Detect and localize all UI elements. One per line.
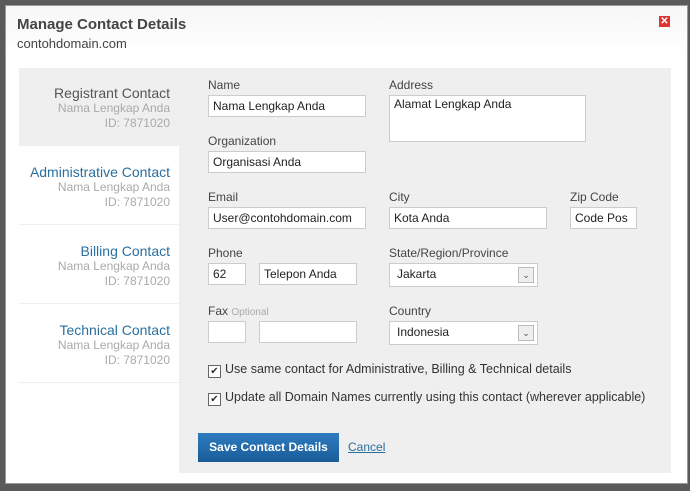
tab-label: Registrant Contact: [54, 85, 170, 101]
fax-label: Fax Optional: [208, 304, 269, 318]
phone-country-code-input[interactable]: 62: [208, 263, 246, 285]
tab-administrative-contact[interactable]: Administrative Contact Nama Lengkap Anda I…: [19, 147, 179, 225]
tab-technical-contact[interactable]: Technical Contact Nama Lengkap Anda ID: 78…: [19, 305, 179, 383]
dialog-header: Manage Contact Details contohdomain.com …: [6, 6, 687, 58]
zip-label: Zip Code: [570, 190, 619, 204]
city-label: City: [389, 190, 410, 204]
address-label: Address: [389, 78, 434, 92]
country-value: Indonesia: [397, 325, 450, 339]
fax-optional-hint: Optional: [231, 307, 269, 318]
chevron-down-icon: ⌄: [518, 267, 534, 283]
tab-label: Billing Contact: [80, 243, 171, 259]
tab-contact-name: Nama Lengkap Anda: [57, 338, 170, 352]
tab-contact-name: Nama Lengkap Anda: [57, 259, 170, 273]
tab-contact-id: ID: 7871020: [104, 274, 170, 288]
tab-contact-id: ID: 7871020: [104, 116, 170, 130]
tab-registrant-contact[interactable]: Registrant Contact Nama Lengkap Anda ID: 7…: [19, 68, 179, 146]
zip-input[interactable]: Code Pos: [570, 207, 637, 229]
tab-contact-id: ID: 7871020: [104, 353, 170, 367]
same-contact-label: Use same contact for Administrative, Bil…: [225, 362, 572, 376]
name-label: Name: [208, 78, 241, 92]
dialog-title: Manage Contact Details: [17, 16, 187, 33]
fax-input[interactable]: [259, 321, 357, 343]
email-label: Email: [208, 190, 239, 204]
state-label: State/Region/Province: [389, 246, 509, 260]
name-input[interactable]: Nama Lengkap Anda: [208, 95, 366, 117]
state-select[interactable]: Jakarta ⌄: [389, 263, 538, 287]
city-input[interactable]: Kota Anda: [389, 207, 547, 229]
chevron-down-icon: ⌄: [518, 325, 534, 341]
country-select[interactable]: Indonesia ⌄: [389, 321, 538, 345]
phone-input[interactable]: Telepon Anda: [259, 263, 357, 285]
update-all-label: Update all Domain Names currently using …: [225, 390, 646, 404]
cancel-link[interactable]: Cancel: [348, 440, 385, 454]
manage-contact-dialog: Manage Contact Details contohdomain.com …: [5, 5, 688, 484]
state-value: Jakarta: [397, 267, 437, 281]
tab-contact-name: Nama Lengkap Anda: [57, 101, 170, 115]
tab-contact-name: Nama Lengkap Anda: [57, 180, 170, 194]
organization-label: Organization: [208, 134, 277, 148]
close-icon[interactable]: ✕: [659, 16, 670, 27]
tab-contact-id: ID: 7871020: [104, 195, 170, 209]
same-contact-checkbox[interactable]: ✔ Use same contact for Administrative, Bi…: [208, 362, 571, 378]
tab-label: Administrative Contact: [29, 164, 170, 180]
country-label: Country: [389, 304, 432, 318]
contact-tabs: Registrant Contact Nama Lengkap Anda ID: 7…: [19, 68, 179, 473]
phone-label: Phone: [208, 246, 243, 260]
checkmark-icon[interactable]: ✔: [208, 393, 221, 406]
save-contact-details-button[interactable]: Save Contact Details: [198, 433, 339, 462]
tab-label: Technical Contact: [59, 322, 170, 338]
email-input[interactable]: User@contohdomain.com: [208, 207, 366, 229]
checkmark-icon[interactable]: ✔: [208, 365, 221, 378]
address-textarea[interactable]: Alamat Lengkap Anda: [389, 95, 586, 142]
update-all-checkbox[interactable]: ✔ Update all Domain Names currently using…: [208, 390, 645, 406]
fax-country-code-input[interactable]: [208, 321, 246, 343]
fax-label-text: Fax: [208, 304, 229, 318]
organization-input[interactable]: Organisasi Anda: [208, 151, 366, 173]
dialog-subtitle: contohdomain.com: [17, 36, 127, 51]
tab-billing-contact[interactable]: Billing Contact Nama Lengkap Anda ID: 7871…: [19, 226, 179, 304]
